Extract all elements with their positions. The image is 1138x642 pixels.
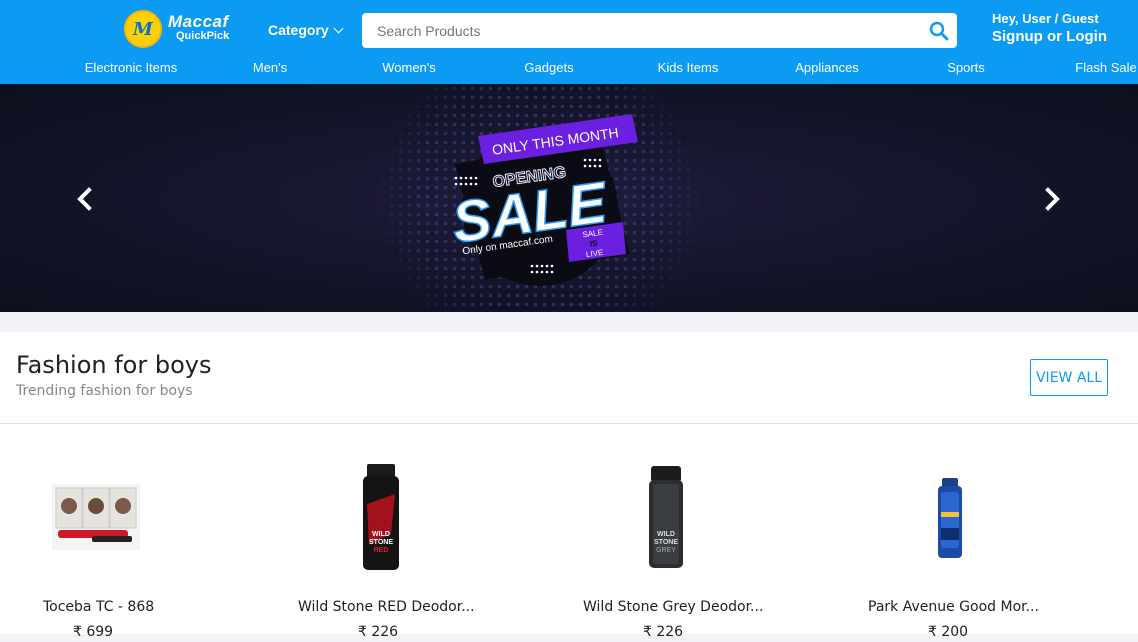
product-price: ₹ 226	[643, 624, 684, 640]
sale-banner-graphic: ONLY THIS MONTH OPENING SALE Only on mac…	[375, 84, 705, 312]
signup-login-link[interactable]: Signup or Login	[992, 28, 1107, 45]
product-image-grey-deodorant: WILD STONE GREY	[649, 466, 683, 568]
svg-text:STONE: STONE	[369, 539, 393, 546]
nav-item-gadgets[interactable]: Gadgets	[524, 60, 573, 75]
category-nav: Electronic Items Men's Women's Gadgets K…	[0, 60, 1138, 80]
search-bar	[362, 13, 957, 48]
account-area: Hey, User / Guest Signup or Login	[992, 11, 1107, 45]
svg-text:GREY: GREY	[656, 547, 676, 554]
brand-logo[interactable]: M Maccaf QuickPick	[124, 9, 236, 49]
carousel-prev-icon[interactable]	[74, 186, 96, 212]
svg-text:STONE: STONE	[654, 539, 678, 546]
product-image-red-deodorant: WILD STONE RED	[363, 464, 399, 570]
nav-item-sports[interactable]: Sports	[947, 60, 985, 75]
nav-item-womens[interactable]: Women's	[382, 60, 436, 75]
brand-subtitle: QuickPick	[176, 30, 230, 42]
product-name: Wild Stone RED Deodor...	[298, 599, 475, 615]
product-name: Park Avenue Good Mor...	[868, 599, 1039, 615]
nav-item-kids-items[interactable]: Kids Items	[658, 60, 719, 75]
product-name: Toceba TC - 868	[43, 599, 155, 615]
category-dropdown[interactable]: Category	[268, 22, 344, 38]
chevron-down-icon	[333, 23, 344, 33]
svg-text:RED: RED	[374, 547, 389, 554]
fashion-for-boys-section: Fashion for boys Trending fashion for bo…	[0, 332, 1138, 640]
product-image-blue-deodorant	[938, 478, 962, 558]
product-price: ₹ 226	[358, 624, 399, 640]
nav-item-mens[interactable]: Men's	[253, 60, 287, 75]
brand-name: Maccaf	[168, 12, 229, 31]
logo-badge-icon: M	[124, 10, 162, 48]
search-icon[interactable]	[929, 21, 949, 41]
search-input[interactable]	[362, 13, 932, 48]
svg-text:WILD: WILD	[657, 531, 675, 538]
promo-banner[interactable]: ONLY THIS MONTH OPENING SALE Only on mac…	[0, 84, 1138, 312]
svg-text:WILD: WILD	[372, 531, 390, 538]
header-bar: M Maccaf QuickPick Category Hey, User / …	[0, 0, 1138, 84]
carousel-next-icon[interactable]	[1041, 186, 1063, 212]
product-card[interactable]: Toceba TC - 868 ₹ 699	[0, 442, 260, 642]
nav-item-appliances[interactable]: Appliances	[795, 60, 859, 75]
nav-item-flash-sale[interactable]: Flash Sale	[1075, 60, 1136, 75]
product-card[interactable]: WILD STONE GREY Wild Stone Grey Deodor..…	[570, 442, 830, 642]
nav-item-electronic-items[interactable]: Electronic Items	[85, 60, 177, 75]
product-card[interactable]: WILD STONE RED Wild Stone RED Deodor... …	[285, 442, 545, 642]
product-card[interactable]: Park Avenue Good Mor... ₹ 200	[855, 442, 1115, 642]
category-label: Category	[268, 22, 329, 38]
product-name: Wild Stone Grey Deodor...	[583, 599, 764, 615]
section-divider	[0, 423, 1138, 424]
section-title: Fashion for boys	[16, 351, 212, 379]
product-price: ₹ 200	[928, 624, 969, 640]
user-greeting: Hey, User / Guest	[992, 11, 1099, 26]
section-subtitle: Trending fashion for boys	[16, 383, 193, 399]
product-price: ₹ 699	[73, 624, 114, 640]
view-all-button[interactable]: VIEW ALL	[1030, 359, 1108, 396]
product-image-trimmer-box	[52, 484, 140, 550]
